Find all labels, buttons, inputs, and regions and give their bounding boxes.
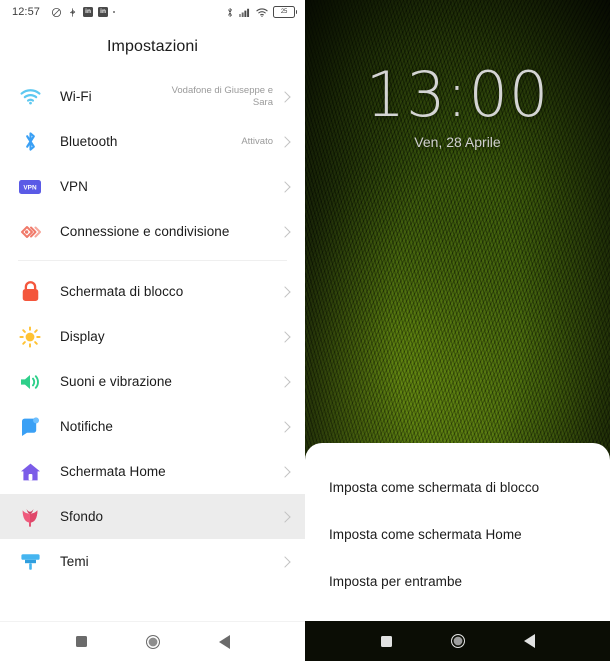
recents-square-icon[interactable] [380, 635, 392, 647]
sidebar-item-wallpaper[interactable]: Sfondo [0, 494, 305, 539]
chevron-right-icon [279, 555, 291, 568]
chevron-right-icon [279, 135, 291, 148]
battery-icon: 25 [273, 6, 298, 18]
dual-screenshot: 12:57 in in 25 Impostazioni Wi-Fi Vodafo… [0, 0, 610, 661]
linkedin-icon: in [98, 7, 109, 17]
sidebar-item-wifi[interactable]: Wi-Fi Vodafone di Giuseppe e Sara [0, 74, 305, 119]
sidebar-item-label: Temi [60, 554, 89, 569]
status-bar: 12:57 in in 25 [0, 0, 305, 24]
navigation-bar [0, 621, 305, 661]
chevron-right-icon [279, 90, 291, 103]
battery-level-label: 25 [280, 9, 288, 15]
chevron-right-icon [279, 510, 291, 523]
sidebar-item-label: Sfondo [60, 509, 104, 524]
wifi-icon [256, 7, 268, 17]
sidebar-item-label: Notifiche [60, 419, 113, 434]
sidebar-item-display[interactable]: Display [0, 314, 305, 359]
vpn-icon: VPN [18, 175, 42, 199]
sidebar-item-label: VPN [60, 179, 88, 194]
settings-list: Wi-Fi Vodafone di Giuseppe e Sara Blueto… [0, 62, 305, 584]
set-as-both-option[interactable]: Imposta per entrambe [305, 558, 610, 605]
chevron-right-icon [279, 225, 291, 238]
more-dot-icon [113, 11, 116, 13]
lockscreen-date: Ven, 28 Aprile [414, 134, 501, 150]
signal-icon [239, 8, 250, 17]
wifi-icon [18, 85, 42, 109]
status-bar-clock: 12:57 [12, 6, 41, 18]
action-sheet-options: Imposta come schermata di blocco Imposta… [305, 443, 610, 605]
back-triangle-icon[interactable] [523, 634, 535, 648]
sidebar-item-value: Vodafone di Giuseppe e Sara [171, 84, 273, 108]
bluetooth-icon [18, 130, 42, 154]
set-as-lock-screen-option[interactable]: Imposta come schermata di blocco [305, 464, 610, 511]
list-divider [18, 260, 287, 261]
chevron-right-icon [279, 180, 291, 193]
sidebar-item-label: Connessione e condivisione [60, 224, 230, 239]
chevron-right-icon [279, 285, 291, 298]
bluetooth-share-icon [70, 7, 76, 17]
chevron-right-icon [279, 375, 291, 388]
lockscreen-clock: 13:00 [365, 58, 550, 131]
svg-text:VPN: VPN [23, 184, 37, 191]
recents-square-icon[interactable] [75, 636, 87, 647]
sidebar-item-lock-screen[interactable]: Schermata di blocco [0, 269, 305, 314]
chevron-right-icon [279, 330, 291, 343]
sidebar-item-notifications[interactable]: Notifiche [0, 404, 305, 449]
sidebar-item-sound-vibration[interactable]: Suoni e vibrazione [0, 359, 305, 404]
navigation-bar [305, 621, 610, 661]
sidebar-item-home-screen[interactable]: Schermata Home [0, 449, 305, 494]
silent-mode-icon [51, 7, 62, 17]
linkedin-icon: in [83, 7, 94, 17]
lock-icon [18, 280, 42, 304]
sidebar-item-label: Suoni e vibrazione [60, 374, 172, 389]
settings-panel: 12:57 in in 25 Impostazioni Wi-Fi Vodafo… [0, 0, 305, 661]
sidebar-item-bluetooth[interactable]: Bluetooth Attivato [0, 119, 305, 164]
notification-icon [18, 415, 42, 439]
connection-sharing-icon [18, 220, 42, 244]
home-circle-icon[interactable] [145, 634, 160, 649]
status-bar-left: 12:57 in in [12, 6, 226, 18]
home-icon [18, 460, 42, 484]
wallpaper-preview-panel: 13:00 Ven, 28 Aprile Imposta come scherm… [305, 0, 610, 661]
status-bar-right: 25 [226, 6, 298, 18]
tulip-flower-icon [18, 505, 42, 529]
set-as-home-screen-option[interactable]: Imposta come schermata Home [305, 511, 610, 558]
sidebar-item-label: Schermata Home [60, 464, 166, 479]
home-circle-icon[interactable] [450, 634, 465, 648]
sidebar-item-label: Display [60, 329, 105, 344]
sidebar-item-themes[interactable]: Temi [0, 539, 305, 584]
sidebar-item-label: Schermata di blocco [60, 284, 184, 299]
speaker-icon [18, 370, 42, 394]
paint-brush-icon [18, 550, 42, 574]
sidebar-item-connection-sharing[interactable]: Connessione e condivisione [0, 209, 305, 254]
chevron-right-icon [279, 420, 291, 433]
bluetooth-icon [228, 7, 232, 17]
sidebar-item-label: Bluetooth [60, 134, 118, 149]
chevron-right-icon [279, 465, 291, 478]
back-triangle-icon[interactable] [218, 634, 230, 649]
page-title: Impostazioni [106, 38, 199, 55]
sidebar-item-label: Wi-Fi [60, 89, 92, 104]
brightness-sun-icon [18, 325, 42, 349]
sidebar-item-vpn[interactable]: VPN VPN [0, 164, 305, 209]
sidebar-item-value: Attivato [241, 135, 273, 147]
